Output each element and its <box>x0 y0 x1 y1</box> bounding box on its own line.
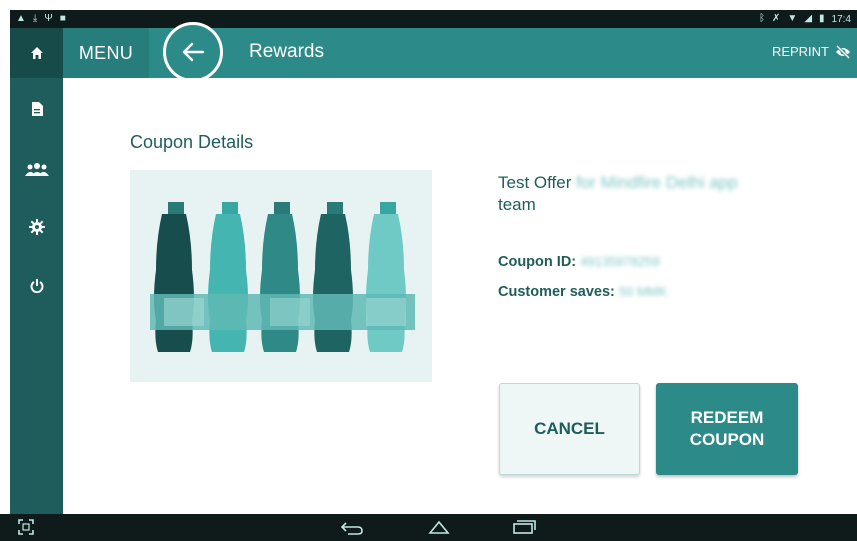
back-button[interactable] <box>158 17 234 93</box>
frame-top <box>0 0 857 10</box>
hidden-eye-icon <box>835 44 851 59</box>
offer-title-redacted: for Mindfire Delhi app <box>576 173 738 192</box>
sidebar-item-home[interactable] <box>10 28 63 78</box>
download-icon: ⤓ <box>32 13 38 24</box>
back-nav-icon[interactable] <box>340 521 364 535</box>
sidebar-item-customers[interactable] <box>10 149 63 189</box>
bottles-image <box>130 170 432 382</box>
reprint-label: REPRINT <box>771 44 829 59</box>
page-title: Rewards <box>249 41 324 62</box>
app-icon: ■ <box>59 13 66 24</box>
coupon-id-row: Coupon ID: 49135978259 <box>498 254 660 270</box>
main-content: Coupon Details Test Offer for Mindfire D… <box>63 78 857 514</box>
nav-bar <box>0 514 857 541</box>
sidebar-item-settings[interactable] <box>10 207 63 247</box>
menu-button[interactable]: MENU <box>63 28 149 78</box>
customer-saves-row: Customer saves: 50 MMK <box>498 284 667 300</box>
cancel-button[interactable]: CANCEL <box>499 383 640 475</box>
customer-saves-label: Customer saves: <box>498 284 615 300</box>
gear-icon <box>28 219 45 235</box>
signal-icon: ◢ <box>804 13 813 24</box>
reprint-button[interactable]: REPRINT <box>772 44 851 59</box>
coupon-image <box>130 170 432 382</box>
warning-icon: ▲ <box>16 13 26 24</box>
home-nav-icon[interactable] <box>426 520 452 534</box>
offer-title-text: Test Offer <box>498 173 572 192</box>
frame-left <box>0 0 10 541</box>
arrow-left-icon <box>182 42 205 62</box>
sidebar <box>10 28 63 514</box>
sidebar-item-documents[interactable] <box>10 89 63 129</box>
users-icon <box>24 163 49 176</box>
power-icon <box>30 279 43 293</box>
recent-apps-icon[interactable] <box>512 520 536 534</box>
coupon-id-value: 49135978259 <box>580 254 660 269</box>
section-title: Coupon Details <box>130 132 254 152</box>
sidebar-item-logout[interactable] <box>10 266 63 306</box>
top-bar: MENU Rewards REPRINT <box>63 17 857 93</box>
mute-icon: ✗ <box>772 13 781 24</box>
status-bar: ▲ ⤓ Ψ ■ ᛒ ✗ ▼ ◢ ▮ 17:4 <box>10 10 857 28</box>
usb-icon: Ψ <box>44 13 53 24</box>
bluetooth-icon: ᛒ <box>759 13 766 24</box>
wifi-icon: ▼ <box>787 13 798 24</box>
redeem-coupon-button[interactable]: REDEEM COUPON <box>656 383 798 475</box>
home-icon <box>30 47 43 59</box>
offer-title-tail: team <box>498 195 536 214</box>
offer-title: Test Offer for Mindfire Delhi app team <box>498 172 798 216</box>
status-time: 17:4 <box>831 13 851 25</box>
status-left: ▲ ⤓ Ψ ■ <box>10 14 72 24</box>
status-right: ᛒ ✗ ▼ ◢ ▮ 17:4 <box>753 14 857 25</box>
screenshot-icon[interactable] <box>18 519 34 535</box>
customer-saves-value: 50 MMK <box>618 284 668 299</box>
battery-icon: ▮ <box>819 13 825 24</box>
coupon-id-label: Coupon ID: <box>498 254 577 270</box>
document-icon <box>31 102 43 116</box>
